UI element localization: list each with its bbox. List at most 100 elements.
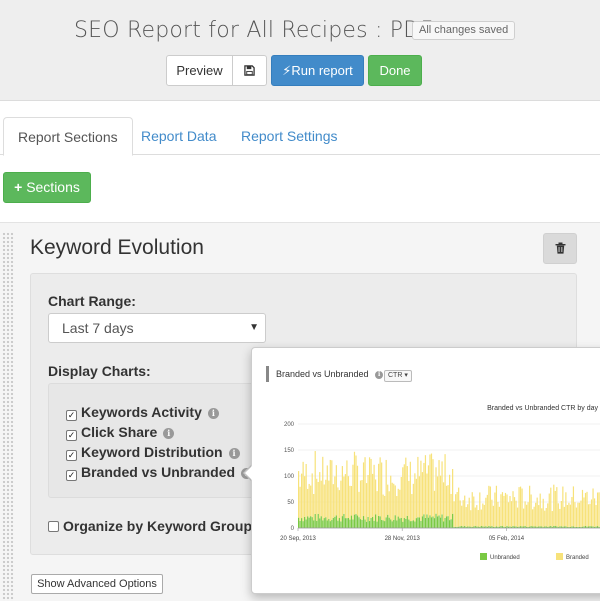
bar-unbranded: [444, 517, 446, 528]
bar-unbranded: [394, 515, 396, 528]
bar-branded: [562, 486, 564, 527]
bar-branded: [442, 482, 445, 522]
preview-button[interactable]: Preview: [166, 55, 233, 86]
bar-unbranded: [441, 514, 443, 528]
checkbox[interactable]: ✓: [66, 450, 77, 461]
bar-branded: [311, 473, 313, 518]
tab-report-sections[interactable]: Report Sections: [3, 117, 133, 156]
metric-dropdown-button[interactable]: CTR ▾: [384, 370, 412, 382]
bar-branded: [492, 505, 494, 527]
delete-section-button[interactable]: [543, 233, 577, 264]
done-button[interactable]: Done: [368, 55, 422, 86]
bar-branded: [581, 489, 584, 527]
chart-option-branded-vs-unbranded[interactable]: ✓ Branded vs Unbranded i: [66, 463, 253, 481]
tab-report-data[interactable]: Report Data: [127, 117, 230, 155]
info-icon[interactable]: i: [163, 428, 175, 439]
save-button[interactable]: [232, 55, 267, 86]
bar-unbranded: [449, 520, 451, 528]
bar-unbranded: [365, 521, 368, 528]
bar-branded: [365, 483, 368, 522]
bar-branded: [482, 503, 484, 527]
bar-branded: [415, 478, 417, 519]
bar-branded: [467, 504, 469, 527]
bar-branded: [532, 509, 534, 527]
bar-unbranded: [379, 516, 381, 528]
add-sections-button[interactable]: + Sections: [3, 172, 91, 203]
bar-unbranded: [391, 521, 393, 528]
checkbox[interactable]: [48, 521, 59, 532]
checkbox[interactable]: ✓: [66, 470, 77, 481]
organize-by-groups[interactable]: Organize by Keyword Groups: [48, 518, 260, 534]
bar-branded: [381, 462, 383, 520]
bar-branded: [453, 501, 455, 528]
bar-unbranded: [358, 517, 360, 528]
bar-branded: [373, 464, 375, 521]
bar-branded: [320, 480, 322, 517]
bar-unbranded: [362, 516, 365, 528]
checkbox[interactable]: ✓: [66, 430, 77, 441]
tab-report-settings[interactable]: Report Settings: [227, 117, 352, 155]
bar-branded: [456, 491, 458, 527]
x-tick-label: 05 Feb, 2014: [489, 536, 525, 542]
bar-branded: [522, 508, 525, 527]
caret-down-icon: ▼: [249, 322, 259, 333]
bar-unbranded: [368, 521, 371, 528]
run-report-label: Run report: [291, 63, 353, 78]
bar-branded: [572, 486, 575, 527]
bar-branded: [551, 511, 553, 527]
info-icon[interactable]: i: [375, 371, 384, 379]
bar-branded: [471, 492, 473, 527]
bar-branded: [459, 500, 461, 527]
bar-unbranded: [375, 514, 377, 528]
checkbox[interactable]: ✓: [66, 410, 77, 421]
report-tabs: Report Sections Report Data Report Setti…: [0, 117, 600, 156]
bar-branded: [384, 495, 386, 522]
bar-unbranded: [299, 520, 301, 528]
bar-branded: [560, 501, 562, 527]
page-title: SEO Report for All Recipes : PDF: [74, 18, 434, 43]
bar-branded: [515, 500, 517, 527]
bar-branded: [362, 462, 365, 517]
bar-unbranded: [304, 516, 306, 528]
chart-option-click-share[interactable]: ✓ Click Share i: [66, 423, 175, 441]
bar-branded: [455, 494, 457, 527]
bar-branded: [541, 508, 543, 527]
bar-unbranded: [307, 516, 309, 528]
bar-branded: [367, 475, 369, 517]
bar-branded: [356, 465, 359, 516]
bar-branded: [430, 453, 433, 518]
bar-branded: [461, 505, 463, 527]
bar-unbranded: [301, 518, 303, 528]
bar-unbranded: [322, 520, 324, 528]
bar-unbranded: [356, 515, 359, 528]
bar-unbranded: [367, 516, 369, 528]
bar-branded: [344, 474, 347, 519]
bar-branded: [524, 501, 526, 526]
bar-unbranded: [420, 520, 422, 528]
chart-range-select[interactable]: Last 7 days ▼: [48, 313, 266, 343]
info-icon[interactable]: i: [228, 448, 240, 459]
bar-branded: [304, 476, 306, 517]
bar-branded: [577, 502, 579, 527]
run-report-button[interactable]: ⚡︎Run report: [271, 55, 364, 86]
bar-branded: [512, 491, 514, 527]
bar-branded: [535, 502, 537, 527]
bar-unbranded: [316, 520, 318, 528]
info-icon[interactable]: i: [207, 408, 219, 419]
bar-branded: [468, 497, 470, 527]
bar-unbranded: [406, 515, 408, 528]
bar-branded: [519, 486, 522, 527]
chart-title: Branded vs Unbranded CTR by day: [487, 405, 598, 412]
chart-option-keywords-activity[interactable]: ✓ Keywords Activity i: [66, 403, 219, 421]
bar-unbranded: [325, 517, 327, 528]
bar-unbranded: [409, 521, 411, 528]
bar-unbranded: [359, 519, 362, 528]
bar-branded: [510, 501, 513, 527]
bar-branded: [379, 457, 381, 517]
show-advanced-options-button[interactable]: Show Advanced Options: [31, 574, 163, 594]
bar-branded: [476, 505, 478, 527]
chart-option-keyword-distribution[interactable]: ✓ Keyword Distribution i: [66, 443, 240, 461]
bar-branded: [495, 485, 498, 527]
bar-branded: [556, 487, 558, 527]
drag-handle[interactable]: [2, 232, 14, 601]
